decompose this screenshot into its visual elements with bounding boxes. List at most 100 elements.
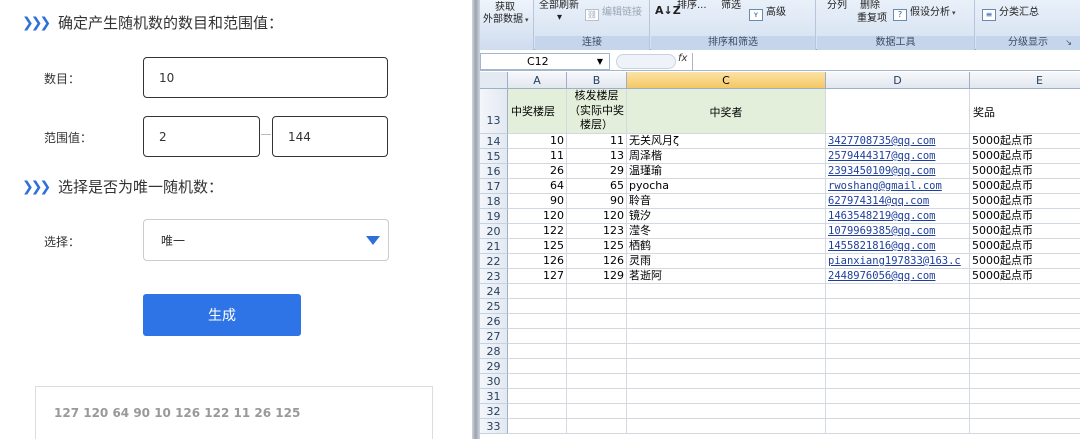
- row-header[interactable]: 16: [480, 164, 508, 179]
- empty-cell[interactable]: [567, 344, 627, 359]
- table-cell[interactable]: 5000起点币: [970, 209, 1080, 224]
- empty-cell[interactable]: [970, 419, 1080, 434]
- remove-duplicates-button[interactable]: 重复项: [857, 13, 887, 25]
- remove-duplicates-label-1[interactable]: 删除: [860, 0, 880, 12]
- empty-cell[interactable]: [508, 404, 567, 419]
- advanced-button[interactable]: 高级: [766, 7, 786, 18]
- row-header[interactable]: 32: [480, 404, 508, 419]
- table-cell[interactable]: 122: [508, 224, 567, 239]
- name-box[interactable]: C12 ▼: [480, 53, 610, 70]
- empty-cell[interactable]: [508, 329, 567, 344]
- what-if-button[interactable]: 假设分析: [910, 7, 950, 18]
- row-header[interactable]: 28: [480, 344, 508, 359]
- empty-cell[interactable]: [627, 359, 826, 374]
- count-input[interactable]: 10: [143, 57, 388, 98]
- table-cell[interactable]: 茗逝阿: [627, 269, 826, 284]
- row-header[interactable]: 15: [480, 149, 508, 164]
- empty-cell[interactable]: [970, 404, 1080, 419]
- table-cell[interactable]: 13: [567, 149, 627, 164]
- row-header[interactable]: 23: [480, 269, 508, 284]
- row-header[interactable]: 13: [480, 89, 508, 134]
- row-header[interactable]: 21: [480, 239, 508, 254]
- empty-cell[interactable]: [627, 419, 826, 434]
- row-header[interactable]: 31: [480, 389, 508, 404]
- empty-cell[interactable]: [508, 344, 567, 359]
- table-cell[interactable]: 125: [508, 239, 567, 254]
- empty-cell[interactable]: [970, 329, 1080, 344]
- empty-cell[interactable]: [826, 419, 970, 434]
- column-header-c[interactable]: C: [627, 72, 826, 89]
- email-link[interactable]: 2393450109@qq.com: [826, 164, 970, 179]
- table-cell[interactable]: 无关风月ζ: [627, 134, 826, 149]
- empty-cell[interactable]: [970, 389, 1080, 404]
- empty-cell[interactable]: [970, 344, 1080, 359]
- unique-select[interactable]: 唯一: [143, 219, 389, 261]
- empty-cell[interactable]: [508, 284, 567, 299]
- empty-cell[interactable]: [567, 419, 627, 434]
- empty-cell[interactable]: [826, 299, 970, 314]
- empty-cell[interactable]: [508, 389, 567, 404]
- table-cell[interactable]: pyocha: [627, 179, 826, 194]
- table-cell[interactable]: 123: [567, 224, 627, 239]
- header-cell-d[interactable]: [826, 89, 970, 134]
- empty-cell[interactable]: [826, 284, 970, 299]
- column-header-d[interactable]: D: [826, 72, 970, 89]
- empty-cell[interactable]: [970, 284, 1080, 299]
- range-min-input[interactable]: 2: [143, 116, 260, 157]
- column-header-e[interactable]: E: [970, 72, 1080, 89]
- range-max-input[interactable]: 144: [272, 116, 388, 157]
- table-cell[interactable]: 5000起点币: [970, 224, 1080, 239]
- table-cell[interactable]: 聆音: [627, 194, 826, 209]
- email-link[interactable]: 1079969385@qq.com: [826, 224, 970, 239]
- table-cell[interactable]: 120: [508, 209, 567, 224]
- table-cell[interactable]: 5000起点币: [970, 164, 1080, 179]
- row-header[interactable]: 33: [480, 419, 508, 434]
- empty-cell[interactable]: [627, 374, 826, 389]
- table-cell[interactable]: 120: [567, 209, 627, 224]
- empty-cell[interactable]: [567, 374, 627, 389]
- table-cell[interactable]: 29: [567, 164, 627, 179]
- table-cell[interactable]: 周泽楷: [627, 149, 826, 164]
- empty-cell[interactable]: [508, 314, 567, 329]
- edit-links-button[interactable]: 编辑链接: [602, 7, 642, 18]
- table-cell[interactable]: 5000起点币: [970, 254, 1080, 269]
- row-header[interactable]: 26: [480, 314, 508, 329]
- table-cell[interactable]: 11: [567, 134, 627, 149]
- row-header[interactable]: 20: [480, 224, 508, 239]
- email-link[interactable]: 627974314@qq.com: [826, 194, 970, 209]
- empty-cell[interactable]: [567, 359, 627, 374]
- empty-cell[interactable]: [627, 284, 826, 299]
- empty-cell[interactable]: [826, 329, 970, 344]
- empty-cell[interactable]: [508, 374, 567, 389]
- empty-cell[interactable]: [627, 389, 826, 404]
- empty-cell[interactable]: [627, 299, 826, 314]
- table-cell[interactable]: 5000起点币: [970, 149, 1080, 164]
- empty-cell[interactable]: [826, 314, 970, 329]
- header-cell-a[interactable]: 中奖楼层: [508, 89, 567, 134]
- empty-cell[interactable]: [627, 314, 826, 329]
- get-external-data-button[interactable]: 获取 外部数据 ▾: [480, 0, 534, 50]
- empty-cell[interactable]: [970, 299, 1080, 314]
- empty-cell[interactable]: [567, 284, 627, 299]
- empty-cell[interactable]: [567, 389, 627, 404]
- table-cell[interactable]: 125: [567, 239, 627, 254]
- empty-cell[interactable]: [826, 404, 970, 419]
- text-to-columns-button[interactable]: 分列: [827, 0, 847, 12]
- empty-cell[interactable]: [826, 389, 970, 404]
- insert-function-icon[interactable]: fx: [678, 53, 687, 64]
- table-cell[interactable]: 5000起点币: [970, 239, 1080, 254]
- table-cell[interactable]: 灵雨: [627, 254, 826, 269]
- refresh-all-button[interactable]: 全部刷新: [539, 0, 579, 12]
- empty-cell[interactable]: [627, 329, 826, 344]
- table-cell[interactable]: 镜汐: [627, 209, 826, 224]
- empty-cell[interactable]: [970, 359, 1080, 374]
- dialog-launcher-icon[interactable]: ↘: [1065, 36, 1072, 50]
- table-cell[interactable]: 10: [508, 134, 567, 149]
- empty-cell[interactable]: [567, 404, 627, 419]
- empty-cell[interactable]: [508, 419, 567, 434]
- table-cell[interactable]: 11: [508, 149, 567, 164]
- empty-cell[interactable]: [627, 404, 826, 419]
- table-cell[interactable]: 5000起点币: [970, 194, 1080, 209]
- table-cell[interactable]: 64: [508, 179, 567, 194]
- filter-button[interactable]: 筛选: [721, 0, 741, 12]
